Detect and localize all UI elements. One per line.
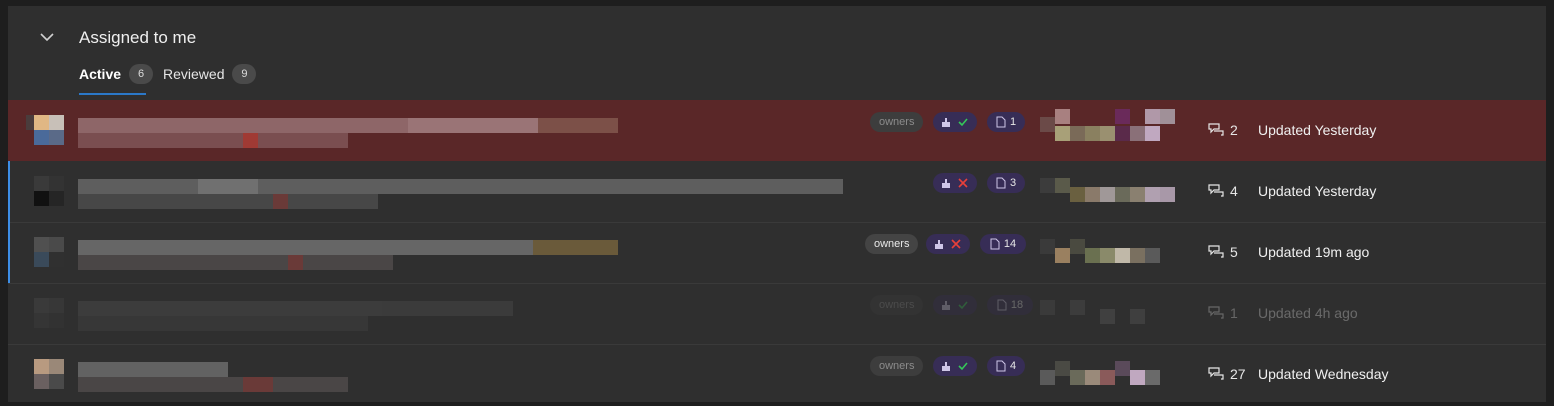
chevron-down-icon[interactable] <box>38 28 56 46</box>
policy-status-badge <box>933 173 977 193</box>
active-tab-indicator <box>79 93 146 95</box>
build-icon <box>942 362 950 371</box>
tab-reviewed[interactable]: Reviewed 9 <box>163 64 257 84</box>
reviewer-avatars <box>1040 170 1186 218</box>
comment-count-value: 27 <box>1230 366 1246 382</box>
build-icon <box>935 240 943 249</box>
pull-request-title <box>78 114 858 150</box>
comment-count: 1 <box>1208 305 1238 321</box>
comment-count: 2 <box>1208 122 1238 138</box>
pull-request-title <box>78 297 858 333</box>
reviewer-avatars <box>1040 231 1186 279</box>
avatar <box>18 176 64 208</box>
updated-time: Updated Yesterday <box>1258 122 1377 138</box>
file-icon <box>996 116 1006 128</box>
section-title: Assigned to me <box>79 28 197 47</box>
tab-label: Reviewed <box>163 66 225 82</box>
policy-status-badge <box>933 295 977 315</box>
updated-time: Updated 4h ago <box>1258 305 1358 321</box>
build-icon <box>942 301 950 310</box>
files-count: 1 <box>1009 116 1017 128</box>
avatar <box>18 298 64 330</box>
count-badge: 9 <box>232 64 257 84</box>
files-badge: 14 <box>980 234 1026 254</box>
reviewer-avatars <box>1040 109 1186 157</box>
avatar <box>18 237 64 269</box>
comment-icon <box>1208 123 1224 136</box>
tab-label: Active <box>79 66 122 82</box>
owners-badge: owners <box>870 112 924 132</box>
owners-badge: owners <box>870 295 924 315</box>
files-count: 3 <box>1009 177 1017 189</box>
assigned-section: Assigned to me Active 6 Reviewed 9 owner… <box>8 6 1546 402</box>
close-icon <box>951 239 961 249</box>
comment-icon <box>1208 306 1224 319</box>
comment-count-value: 2 <box>1230 122 1238 138</box>
updated-time: Updated 19m ago <box>1258 244 1370 260</box>
file-icon <box>996 177 1006 189</box>
count-badge: 6 <box>129 64 154 84</box>
pull-request-row[interactable]: owners 18 1 Updated 4h ago <box>8 283 1546 345</box>
reviewer-avatars <box>1040 353 1186 401</box>
pull-request-row[interactable]: owners 14 5 Updated 19m ago <box>8 222 1546 284</box>
owners-badge: owners <box>870 356 924 376</box>
policy-status-badge <box>933 112 977 132</box>
pull-request-row[interactable]: 3 4 Updated Yesterday <box>8 161 1546 223</box>
comment-icon <box>1208 245 1224 258</box>
policy-status-badge <box>926 234 970 254</box>
comment-count: 27 <box>1208 366 1246 382</box>
comment-count: 4 <box>1208 183 1238 199</box>
comment-count: 5 <box>1208 244 1238 260</box>
check-icon <box>958 362 968 371</box>
files-badge: 4 <box>987 356 1025 376</box>
file-icon <box>997 299 1007 311</box>
file-icon <box>990 238 1000 250</box>
file-icon <box>996 360 1006 372</box>
comment-count-value: 4 <box>1230 183 1238 199</box>
check-icon <box>958 118 968 127</box>
files-count: 4 <box>1009 360 1017 372</box>
build-icon <box>942 179 950 188</box>
updated-time: Updated Yesterday <box>1258 183 1377 199</box>
pull-request-row[interactable]: owners 1 2 Updated Yesterday <box>8 100 1546 161</box>
comment-icon <box>1208 367 1224 380</box>
section-header: Assigned to me Active 6 Reviewed 9 <box>8 6 1546 100</box>
pull-request-row[interactable]: owners 4 27 Updated Wednesday <box>8 344 1546 402</box>
pull-request-title <box>78 236 858 272</box>
tab-active[interactable]: Active 6 <box>79 64 154 84</box>
close-icon <box>958 178 968 188</box>
comment-icon <box>1208 184 1224 197</box>
pull-request-title <box>78 175 858 211</box>
build-icon <box>942 118 950 127</box>
files-count: 14 <box>1003 238 1017 250</box>
avatar <box>18 359 64 391</box>
files-badge: 3 <box>987 173 1025 193</box>
check-icon <box>958 301 968 310</box>
pull-request-title <box>78 358 858 394</box>
avatar <box>18 115 64 147</box>
files-count: 18 <box>1010 299 1024 311</box>
reviewer-avatars <box>1040 292 1186 340</box>
files-badge: 1 <box>987 112 1025 132</box>
comment-count-value: 5 <box>1230 244 1238 260</box>
comment-count-value: 1 <box>1230 305 1238 321</box>
policy-status-badge <box>933 356 977 376</box>
updated-time: Updated Wednesday <box>1258 366 1389 382</box>
files-badge: 18 <box>987 295 1033 315</box>
owners-badge: owners <box>865 234 919 254</box>
